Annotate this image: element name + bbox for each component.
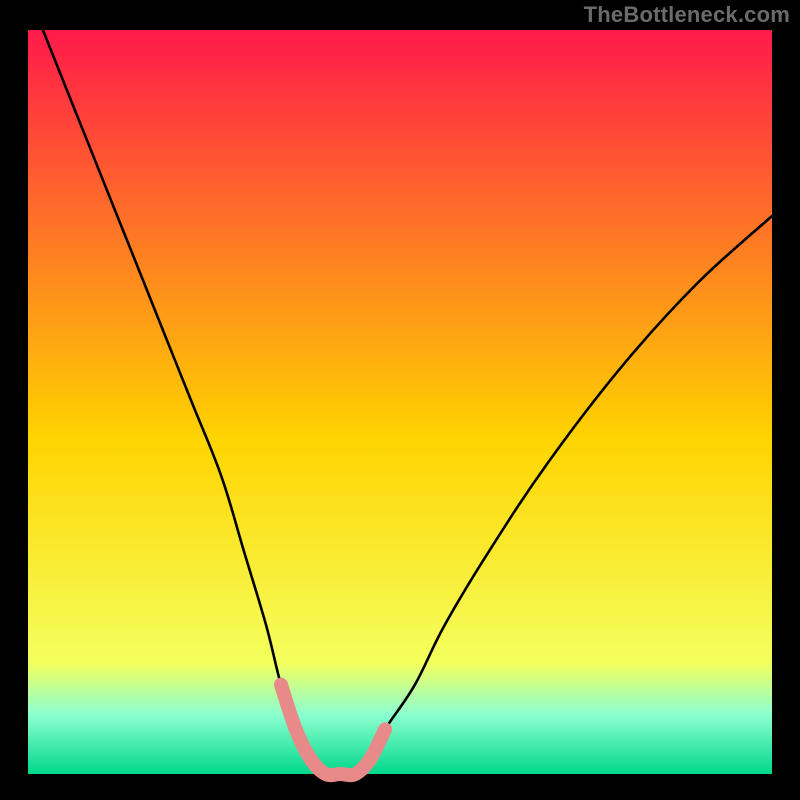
chart-frame: TheBottleneck.com [0, 0, 800, 800]
watermark-text: TheBottleneck.com [584, 2, 790, 28]
plot-background [28, 30, 772, 774]
chart-svg [0, 0, 800, 800]
